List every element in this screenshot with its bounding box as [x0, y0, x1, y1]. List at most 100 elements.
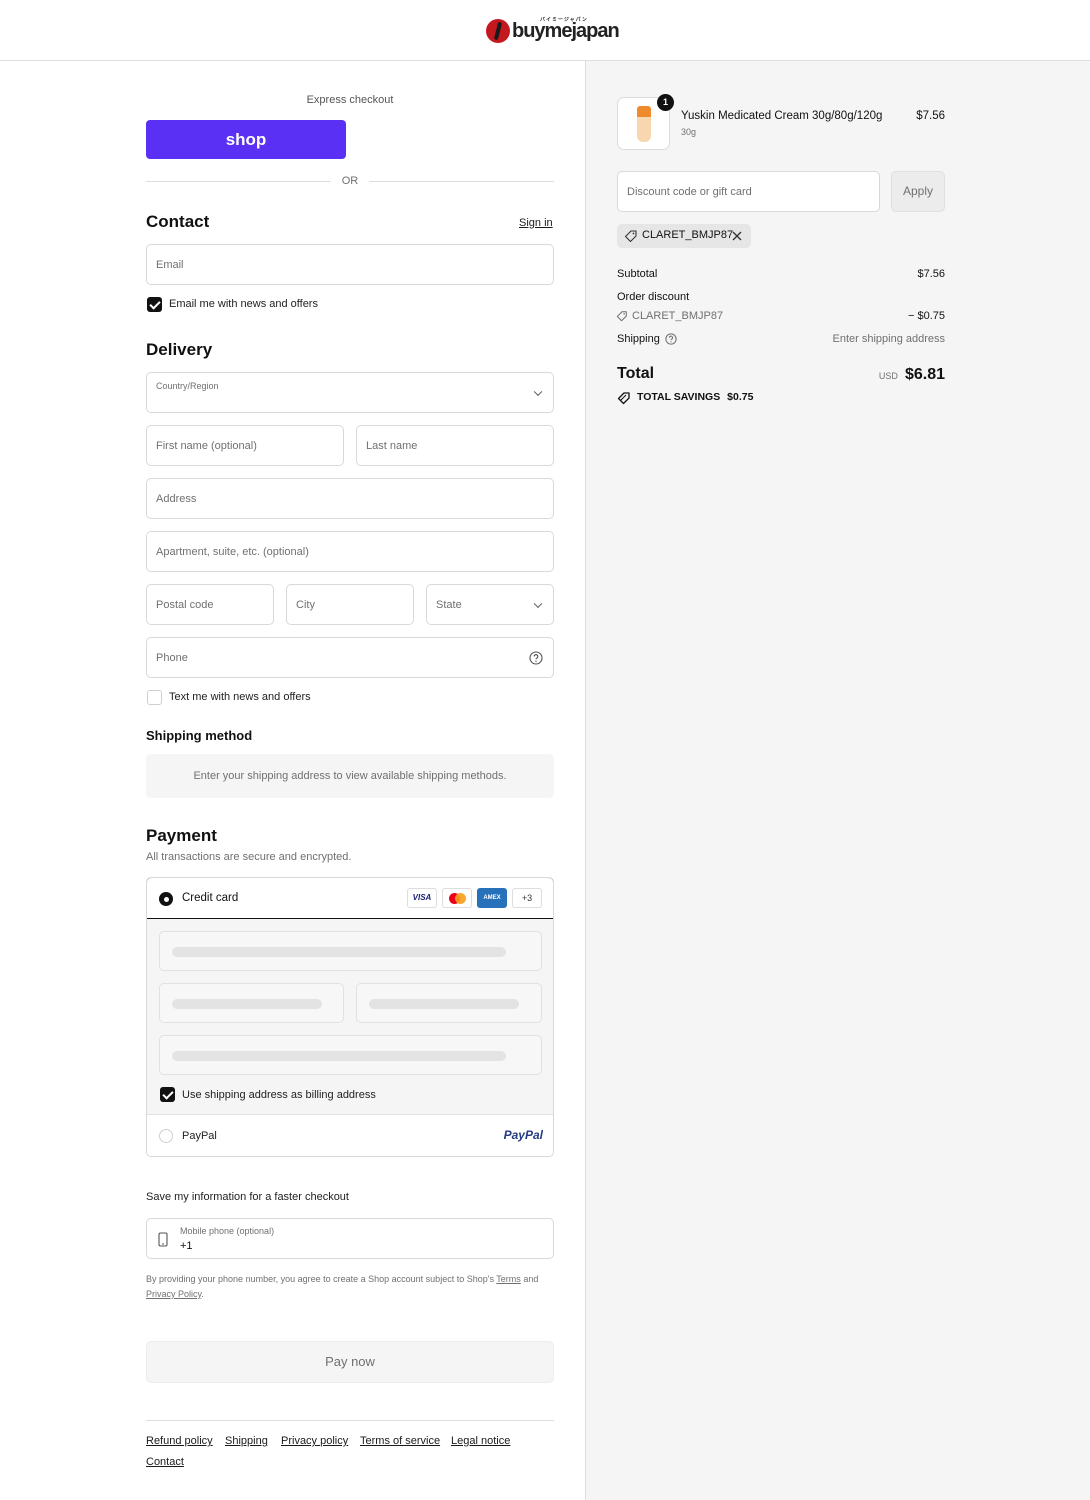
credit-card-option[interactable]: Credit card VISA AMEX +3: [147, 878, 553, 919]
apartment-field[interactable]: Apartment, suite, etc. (optional): [146, 531, 554, 572]
text-news-label: Text me with news and offers: [169, 691, 311, 703]
last-name-field[interactable]: Last name: [356, 425, 554, 466]
more-cards-badge: +3: [512, 888, 542, 908]
disclaimer-text: By providing your phone number, you agre…: [146, 1274, 494, 1284]
brand-name: buymejapan: [512, 19, 620, 42]
privacy-policy-link[interactable]: Privacy policy: [281, 1435, 348, 1447]
text-news-checkbox[interactable]: [147, 690, 162, 705]
city-placeholder: City: [296, 598, 315, 611]
product-price: $7.56: [916, 110, 945, 122]
shipping-method-title: Shipping method: [146, 728, 253, 743]
help-circle-icon[interactable]: [665, 333, 677, 345]
shipping-method-notice: Enter your shipping address to view avai…: [146, 754, 554, 798]
payment-title: Payment: [146, 826, 217, 845]
billing-address-label: Use shipping address as billing address: [182, 1089, 376, 1101]
pay-now-label: Pay now: [325, 1354, 375, 1369]
apply-label: Apply: [902, 184, 934, 198]
chevron-down-icon: [533, 599, 543, 608]
disclaimer-period: .: [201, 1289, 204, 1299]
total-savings-label: TOTAL SAVINGS: [637, 391, 721, 403]
savings-tag-icon: [617, 392, 630, 405]
shop-pay-button[interactable]: shop: [146, 120, 346, 159]
address-field[interactable]: Address: [146, 478, 554, 519]
last-name-placeholder: Last name: [366, 439, 418, 452]
shop-terms-link[interactable]: Terms: [496, 1274, 521, 1284]
shipping-method-notice-text: Enter your shipping address to view avai…: [193, 770, 507, 782]
legal-notice-link[interactable]: Legal notice: [451, 1435, 510, 1447]
divider-right: [369, 181, 554, 182]
quantity-badge: 1: [657, 94, 674, 111]
billing-address-checkbox[interactable]: [160, 1087, 175, 1102]
terms-of-service-link[interactable]: Terms of service: [360, 1435, 440, 1447]
card-expiry-field[interactable]: [159, 983, 344, 1023]
shipping-link[interactable]: Shipping: [225, 1435, 268, 1447]
applied-discount-code: CLARET_BMJP87: [642, 229, 734, 241]
order-discount-label: Order discount: [617, 291, 690, 303]
pay-now-button[interactable]: Pay now: [146, 1341, 554, 1383]
phone-field[interactable]: Phone: [146, 637, 554, 678]
paypal-logo: PayPal: [503, 1128, 543, 1142]
state-select[interactable]: State: [426, 584, 554, 625]
first-name-field[interactable]: First name (optional): [146, 425, 344, 466]
address-placeholder: Address: [156, 492, 197, 505]
brand-logo[interactable]: バイミージャパン buymejapan: [486, 16, 620, 46]
card-name-field[interactable]: [159, 1035, 542, 1075]
email-news-checkbox[interactable]: [147, 297, 162, 312]
divider-left: [146, 181, 331, 182]
contact-link[interactable]: Contact: [146, 1456, 184, 1468]
order-discount-value: − $0.75: [907, 310, 945, 322]
apply-discount-button[interactable]: Apply: [891, 171, 945, 212]
total-amount: USD $6.81: [850, 366, 945, 384]
product-image: [637, 106, 651, 142]
paypal-radio[interactable]: [159, 1129, 173, 1143]
credit-card-label: Credit card: [182, 892, 239, 904]
payment-subtitle: All transactions are secure and encrypte…: [146, 851, 352, 863]
footer-divider: [146, 1420, 554, 1421]
brand-tagline: バイミージャパン: [540, 16, 588, 23]
disclaimer-and: and: [523, 1274, 539, 1284]
tag-icon: [624, 230, 637, 243]
express-checkout-label: Express checkout: [306, 94, 394, 106]
mobile-phone-field[interactable]: Mobile phone (optional) +1: [146, 1218, 554, 1259]
country-label: Country/Region: [156, 381, 219, 391]
chevron-down-icon: [533, 387, 543, 396]
email-placeholder: Email: [156, 258, 184, 271]
total-value: $6.81: [904, 366, 945, 383]
card-number-field[interactable]: [159, 931, 542, 971]
applied-discount-tag: CLARET_BMJP87: [617, 224, 751, 248]
total-savings: TOTAL SAVINGS $0.75: [637, 391, 753, 403]
card-form-area: Use shipping address as billing address: [147, 919, 553, 1115]
card-cvv-field[interactable]: [356, 983, 542, 1023]
apartment-placeholder: Apartment, suite, etc. (optional): [156, 545, 309, 558]
total-savings-value: $0.75: [727, 391, 754, 403]
discount-code-placeholder: Discount code or gift card: [627, 185, 752, 198]
delivery-title: Delivery: [146, 340, 213, 359]
total-label: Total: [617, 365, 655, 382]
credit-card-radio[interactable]: [159, 892, 173, 906]
refund-policy-link[interactable]: Refund policy: [146, 1435, 213, 1447]
city-field[interactable]: City: [286, 584, 414, 625]
first-name-placeholder: First name (optional): [156, 439, 257, 452]
paypal-option[interactable]: PayPal PayPal: [147, 1116, 553, 1156]
shipping-value: Enter shipping address: [832, 333, 945, 345]
discount-code-field[interactable]: Discount code or gift card: [617, 171, 880, 212]
mastercard-icon: [442, 888, 472, 908]
shop-privacy-link[interactable]: Privacy Policy: [146, 1289, 201, 1299]
phone-placeholder: Phone: [156, 651, 188, 664]
sign-in-link[interactable]: Sign in: [519, 217, 553, 229]
postal-code-placeholder: Postal code: [156, 598, 214, 611]
shipping-label: Shipping: [617, 333, 660, 345]
total-currency: USD: [878, 371, 898, 381]
state-placeholder: State: [436, 598, 462, 611]
contact-title: Contact: [146, 212, 210, 231]
paypal-label: PayPal: [182, 1130, 217, 1142]
country-select[interactable]: Country/Region: [146, 372, 554, 413]
help-circle-icon[interactable]: [529, 651, 543, 665]
close-icon[interactable]: [732, 231, 742, 241]
header: バイミージャパン buymejapan: [0, 0, 1090, 61]
or-divider-label: OR: [341, 175, 359, 187]
postal-code-field[interactable]: Postal code: [146, 584, 274, 625]
visa-icon: VISA: [407, 888, 437, 908]
email-field[interactable]: Email: [146, 244, 554, 285]
amex-icon: AMEX: [477, 888, 507, 908]
